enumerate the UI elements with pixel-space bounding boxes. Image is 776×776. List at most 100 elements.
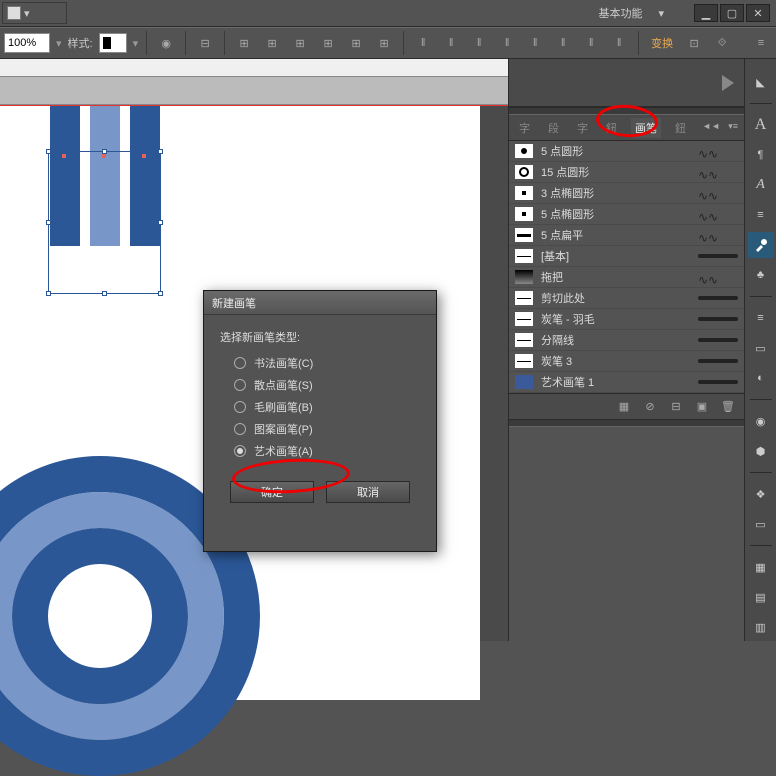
tab-button[interactable]: 鈕 (602, 118, 621, 138)
workspace-switcher[interactable]: 基本功能 (590, 3, 650, 23)
panel-tabs: 字 段 字 鈕 画笔 鈕 ◄◄ ▾≡ (509, 115, 744, 141)
resize-handle[interactable] (102, 291, 107, 296)
color-guide-panel-icon[interactable]: ▥ (748, 614, 774, 640)
distribute-icon[interactable]: ‖ (608, 32, 630, 54)
tab-character[interactable]: 字 (515, 118, 534, 138)
brush-item[interactable]: 5 点椭圆形 (509, 204, 744, 225)
color-panel-icon[interactable]: ▤ (748, 584, 774, 610)
tab-brushes[interactable]: 画笔 (631, 118, 661, 138)
chevron-down-icon: ▾ (56, 37, 62, 50)
brush-item[interactable]: 剪切此处 (509, 288, 744, 309)
distribute-icon[interactable]: ‖ (412, 32, 434, 54)
distribute-icon[interactable]: ‖ (552, 32, 574, 54)
brush-item[interactable]: 15 点圆形 (509, 162, 744, 183)
dialog-heading: 选择新画笔类型: (220, 329, 420, 345)
radio-art[interactable]: 艺术画笔(A) (234, 443, 420, 459)
appearance-panel-icon[interactable]: ◉ (748, 408, 774, 434)
brush-item[interactable]: 5 点扁平 (509, 225, 744, 246)
symbols-panel-icon[interactable]: ♣ (748, 262, 774, 288)
resize-handle[interactable] (102, 149, 107, 154)
distribute-icon[interactable]: ‖ (524, 32, 546, 54)
radio-pattern[interactable]: 图案画笔(P) (234, 421, 420, 437)
radio-calligraphy[interactable]: 书法画笔(C) (234, 355, 420, 371)
swatches-panel-icon[interactable]: ▦ (748, 554, 774, 580)
align-left-icon[interactable]: ⊟ (194, 32, 216, 54)
minimize-button[interactable]: ▁ (694, 4, 718, 22)
opentype-panel-icon[interactable]: ≡ (748, 202, 774, 228)
paragraph-panel-icon[interactable]: ¶ (748, 142, 774, 168)
document-switcher[interactable]: ▾ (2, 2, 67, 24)
resize-handle[interactable] (46, 220, 51, 225)
align-icon[interactable]: ⊞ (233, 32, 255, 54)
brush-item[interactable]: 艺术画笔 1 (509, 372, 744, 393)
panel-menu-icon[interactable]: ▾≡ (728, 121, 738, 132)
style-swatch[interactable] (99, 33, 127, 53)
brushes-panel-icon[interactable] (748, 232, 774, 258)
library-icon[interactable]: ▦ (616, 399, 632, 415)
app-titlebar: ▾ 基本功能 ▾ ▁ ▢ ✕ (0, 0, 776, 27)
cancel-button[interactable]: 取消 (326, 481, 410, 503)
align-icon[interactable]: ⊞ (261, 32, 283, 54)
resize-handle[interactable] (158, 220, 163, 225)
transform-label[interactable]: 变换 (647, 35, 677, 51)
brush-item[interactable]: 分隔线 (509, 330, 744, 351)
ok-button[interactable]: 确定 (230, 481, 314, 503)
selection-bounds[interactable] (48, 151, 161, 294)
brush-item[interactable]: 炭笔 - 羽毛 (509, 309, 744, 330)
distribute-icon[interactable]: ‖ (496, 32, 518, 54)
expand-icon[interactable]: ◣ (748, 69, 774, 95)
tab-other[interactable]: 鈕 (671, 118, 690, 138)
delete-icon[interactable]: 🗑 (720, 399, 736, 415)
align-icon[interactable]: ⊞ (373, 32, 395, 54)
play-icon (722, 75, 734, 91)
layers-panel-icon[interactable]: ❖ (748, 481, 774, 507)
align-icon[interactable]: ◉ (155, 32, 177, 54)
zoom-input[interactable]: 100% (4, 33, 50, 53)
radio-bristle[interactable]: 毛刷画笔(B) (234, 399, 420, 415)
align-icon[interactable]: ⊞ (345, 32, 367, 54)
chevron-down-icon: ▾ (658, 7, 664, 20)
stroke-panel-icon[interactable]: ≡ (748, 305, 774, 331)
brushes-panel: 字 段 字 鈕 画笔 鈕 ◄◄ ▾≡ 5 点圆形 15 点圆形 3 点椭圆形 5… (508, 59, 744, 641)
graphic-styles-panel-icon[interactable]: ⬢ (748, 438, 774, 464)
align-icon[interactable]: ⊞ (317, 32, 339, 54)
transform-icon[interactable]: ⟐ (711, 32, 733, 54)
brush-item[interactable]: 5 点圆形 (509, 141, 744, 162)
distribute-icon[interactable]: ‖ (580, 32, 602, 54)
brush-item[interactable]: [基本] (509, 246, 744, 267)
type-panel-icon[interactable]: A (748, 112, 774, 138)
maximize-button[interactable]: ▢ (720, 4, 744, 22)
resize-handle[interactable] (158, 149, 163, 154)
artboards-panel-icon[interactable]: ▭ (748, 511, 774, 537)
close-button[interactable]: ✕ (746, 4, 770, 22)
style-label: 样式: (68, 35, 93, 51)
resize-handle[interactable] (46, 291, 51, 296)
brush-list: 5 点圆形 15 点圆形 3 点椭圆形 5 点椭圆形 5 点扁平 [基本] 拖把… (509, 141, 744, 393)
panel-menu-icon[interactable]: ≡ (750, 32, 772, 54)
transform-icon[interactable]: ⊡ (683, 32, 705, 54)
new-brush-icon[interactable]: ▣ (694, 399, 710, 415)
align-icon[interactable]: ⊞ (289, 32, 311, 54)
actions-panel-collapsed[interactable] (509, 59, 744, 107)
ruler-horizontal (0, 59, 508, 77)
distribute-icon[interactable]: ‖ (440, 32, 462, 54)
brush-item[interactable]: 炭笔 3 (509, 351, 744, 372)
dialog-title: 新建画笔 (204, 291, 436, 315)
remove-stroke-icon[interactable]: ⊘ (642, 399, 658, 415)
collapse-icon[interactable]: ◄◄ (702, 121, 720, 131)
glyph-panel-icon[interactable]: A (748, 172, 774, 198)
distribute-icon[interactable]: ‖ (468, 32, 490, 54)
transparency-panel-icon[interactable]: ◐ (748, 365, 774, 391)
options-icon[interactable]: ⊟ (668, 399, 684, 415)
new-brush-dialog: 新建画笔 选择新画笔类型: 书法画笔(C) 散点画笔(S) 毛刷画笔(B) 图案… (203, 290, 437, 552)
chevron-down-icon: ▾ (133, 37, 139, 50)
gradient-panel-icon[interactable]: ▭ (748, 335, 774, 361)
brush-item[interactable]: 3 点椭圆形 (509, 183, 744, 204)
brush-item[interactable]: 拖把 (509, 267, 744, 288)
tab-paragraph[interactable]: 段 (544, 118, 563, 138)
radio-scatter[interactable]: 散点画笔(S) (234, 377, 420, 393)
resize-handle[interactable] (158, 291, 163, 296)
tab-glyph[interactable]: 字 (573, 118, 592, 138)
resize-handle[interactable] (46, 149, 51, 154)
brush-panel-footer: ▦ ⊘ ⊟ ▣ 🗑 (509, 393, 744, 419)
